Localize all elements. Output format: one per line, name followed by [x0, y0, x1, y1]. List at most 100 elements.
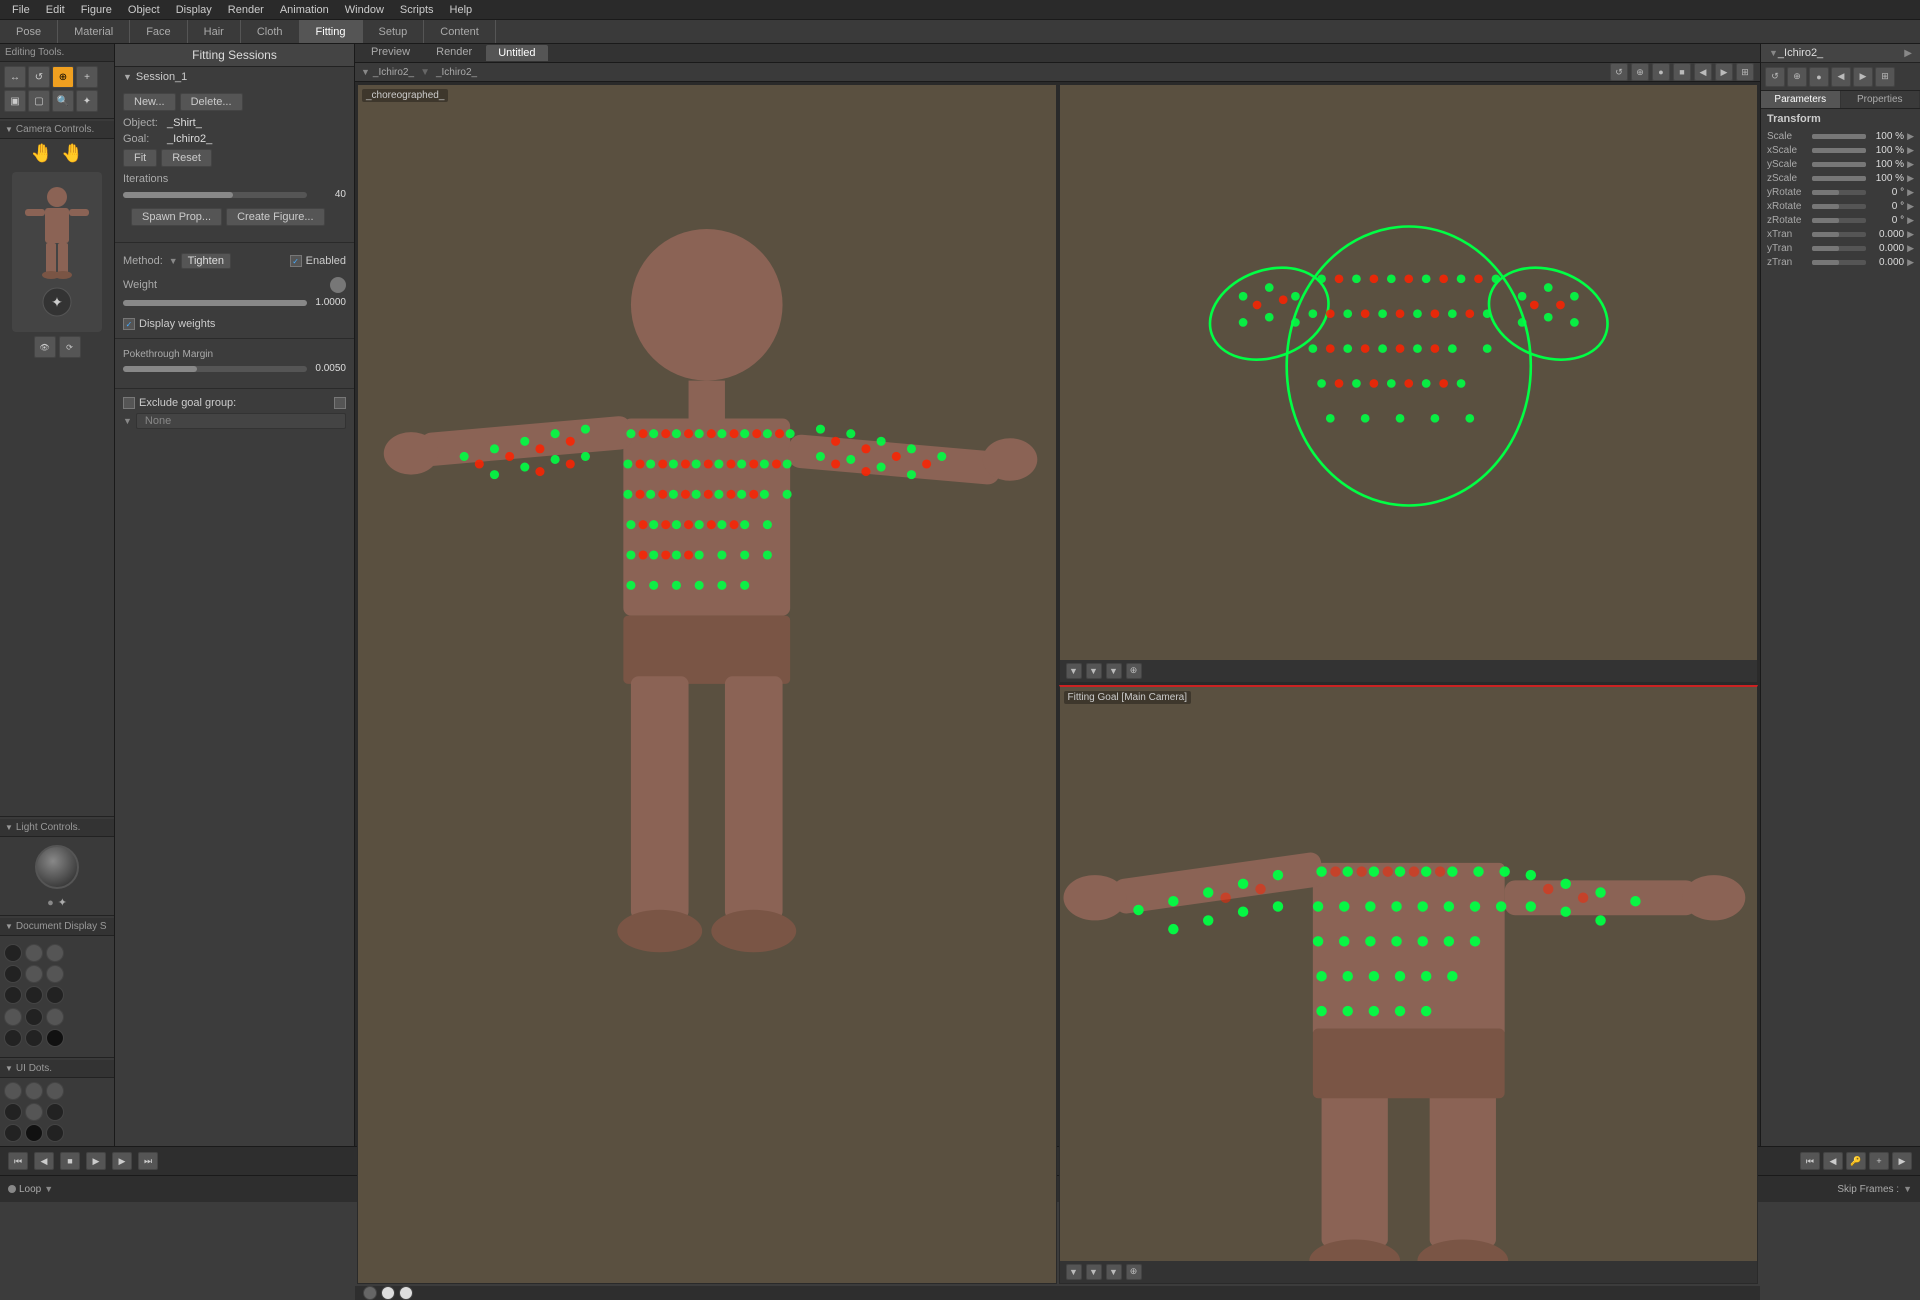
tab-parameters[interactable]: Parameters — [1761, 91, 1841, 108]
display-weights-checkbox[interactable] — [123, 318, 135, 330]
rp-icon-1[interactable]: ↺ — [1765, 67, 1785, 87]
tab-properties[interactable]: Properties — [1841, 91, 1920, 108]
ytran-arrow[interactable]: ▶ — [1907, 243, 1914, 254]
btn-rt-2[interactable]: ◀ — [1823, 1152, 1843, 1170]
light-sparkle-icon[interactable]: ✦ — [58, 896, 67, 909]
btn-skip-start[interactable]: ⏮ — [8, 1152, 28, 1170]
exclude-checkbox[interactable] — [123, 397, 135, 409]
btn-prev-frame[interactable]: ◀ — [34, 1152, 54, 1170]
spawn-prop-button[interactable]: Spawn Prop... — [131, 208, 222, 226]
xtran-slider[interactable] — [1812, 232, 1866, 237]
bc-icon-5[interactable]: ◀ — [1694, 63, 1712, 81]
scale-slider[interactable] — [1812, 134, 1866, 139]
vp-bl-btn1[interactable]: ▼ — [1066, 1264, 1082, 1280]
vp-main-circle-1[interactable] — [363, 1286, 377, 1300]
exclude-checkbox2[interactable] — [334, 397, 346, 409]
ui-dot-6[interactable] — [46, 1103, 64, 1121]
tab-render[interactable]: Render — [424, 44, 484, 62]
camera-icon-2[interactable]: ⟳ — [59, 336, 81, 358]
ui-dot-1[interactable] — [4, 1082, 22, 1100]
dot-2[interactable] — [25, 944, 43, 962]
session-row[interactable]: ▼ Session_1 — [115, 67, 354, 87]
method-value[interactable]: Tighten — [181, 253, 231, 269]
btn-next-frame[interactable]: ▶ — [112, 1152, 132, 1170]
ztran-arrow[interactable]: ▶ — [1907, 257, 1914, 268]
xscale-arrow[interactable]: ▶ — [1907, 145, 1914, 156]
ui-dot-9[interactable] — [46, 1124, 64, 1142]
tool-rotate[interactable]: ↺ — [28, 66, 50, 88]
ui-dot-7[interactable] — [4, 1124, 22, 1142]
rp-icon-3[interactable]: ● — [1809, 67, 1829, 87]
dot-11[interactable] — [25, 1008, 43, 1026]
bc-icon-4[interactable]: ■ — [1673, 63, 1691, 81]
breadcrumb-figure[interactable]: ▼ _Ichiro2_ — [361, 67, 414, 78]
menu-display[interactable]: Display — [168, 4, 220, 16]
right-hand-icon[interactable]: 🤚 — [61, 143, 83, 164]
bc-icon-1[interactable]: ↺ — [1610, 63, 1628, 81]
dot-1[interactable] — [4, 944, 22, 962]
tool-rect[interactable]: ▢ — [28, 90, 50, 112]
dot-8[interactable] — [25, 986, 43, 1004]
menu-edit[interactable]: Edit — [38, 4, 73, 16]
tool-add[interactable]: + — [76, 66, 98, 88]
dot-12[interactable] — [46, 1008, 64, 1026]
menu-figure[interactable]: Figure — [73, 4, 120, 16]
rp-icon-6[interactable]: ⊞ — [1875, 67, 1895, 87]
tab-hair[interactable]: Hair — [188, 20, 241, 43]
skip-frames-arrow[interactable]: ▼ — [1903, 1184, 1912, 1194]
tab-material[interactable]: Material — [58, 20, 130, 43]
zscale-arrow[interactable]: ▶ — [1907, 173, 1914, 184]
rp-expand-btn[interactable]: ▶ — [1904, 48, 1912, 59]
bc-icon-6[interactable]: ▶ — [1715, 63, 1733, 81]
reset-button[interactable]: Reset — [161, 149, 212, 167]
dot-6[interactable] — [46, 965, 64, 983]
dot-3[interactable] — [46, 944, 64, 962]
dot-14[interactable] — [25, 1029, 43, 1047]
light-sphere[interactable] — [35, 845, 79, 889]
tool-translate[interactable]: ↔ — [4, 66, 26, 88]
none-value[interactable]: None — [136, 413, 346, 429]
create-figure-button[interactable]: Create Figure... — [226, 208, 324, 226]
zrotate-slider[interactable] — [1812, 218, 1866, 223]
tab-preview[interactable]: Preview — [359, 44, 422, 62]
xtran-arrow[interactable]: ▶ — [1907, 229, 1914, 240]
xrotate-slider[interactable] — [1812, 204, 1866, 209]
menu-window[interactable]: Window — [337, 4, 392, 16]
btn-stop[interactable]: ■ — [60, 1152, 80, 1170]
weight-slider[interactable] — [123, 300, 307, 306]
bc-icon-3[interactable]: ● — [1652, 63, 1670, 81]
btn-rt-key[interactable]: 🔑 — [1846, 1152, 1866, 1170]
vp-tl-btn2[interactable]: ▼ — [1086, 663, 1102, 679]
ui-dot-2[interactable] — [25, 1082, 43, 1100]
yrotate-slider[interactable] — [1812, 190, 1866, 195]
tab-fitting[interactable]: Fitting — [300, 20, 363, 43]
vp-tl-btn4[interactable]: ⊕ — [1126, 663, 1142, 679]
ytran-slider[interactable] — [1812, 246, 1866, 251]
enabled-checkbox[interactable] — [290, 255, 302, 267]
zrotate-arrow[interactable]: ▶ — [1907, 215, 1914, 226]
ui-dot-3[interactable] — [46, 1082, 64, 1100]
dot-7[interactable] — [4, 986, 22, 1004]
dot-10[interactable] — [4, 1008, 22, 1026]
rp-icon-2[interactable]: ⊕ — [1787, 67, 1807, 87]
btn-play[interactable]: ▶ — [86, 1152, 106, 1170]
tab-setup[interactable]: Setup — [363, 20, 425, 43]
fit-button[interactable]: Fit — [123, 149, 157, 167]
xrotate-arrow[interactable]: ▶ — [1907, 201, 1914, 212]
loop-arrow[interactable]: ▼ — [44, 1184, 53, 1194]
vp-tl-btn3[interactable]: ▼ — [1106, 663, 1122, 679]
tab-content[interactable]: Content — [424, 20, 496, 43]
ui-dot-8[interactable] — [25, 1124, 43, 1142]
scale-arrow[interactable]: ▶ — [1907, 131, 1914, 142]
zscale-slider[interactable] — [1812, 176, 1866, 181]
tab-face[interactable]: Face — [130, 20, 187, 43]
menu-render[interactable]: Render — [220, 4, 272, 16]
ztran-slider[interactable] — [1812, 260, 1866, 265]
btn-rt-4[interactable]: ▶ — [1892, 1152, 1912, 1170]
tool-scale[interactable]: ⊕ — [52, 66, 74, 88]
menu-scripts[interactable]: Scripts — [392, 4, 442, 16]
dot-9[interactable] — [46, 986, 64, 1004]
breadcrumb-sub[interactable]: _Ichiro2_ — [436, 67, 477, 78]
dot-5[interactable] — [25, 965, 43, 983]
yrotate-arrow[interactable]: ▶ — [1907, 187, 1914, 198]
